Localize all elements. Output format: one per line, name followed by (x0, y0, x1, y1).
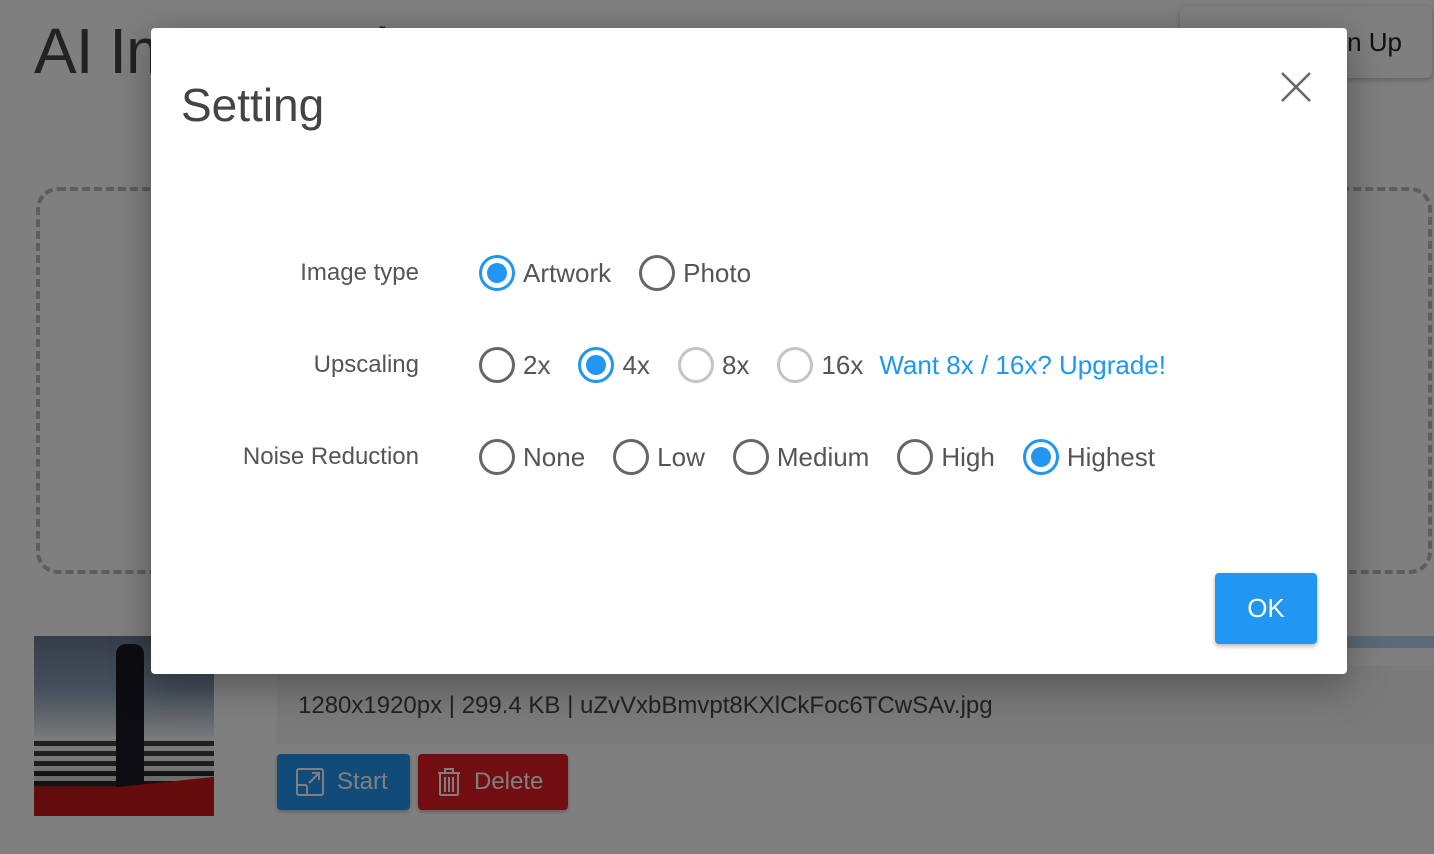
radio-option-low[interactable]: Low (613, 439, 705, 475)
radio-button[interactable] (578, 347, 615, 383)
radio-button[interactable] (479, 347, 515, 383)
radio-button[interactable] (479, 439, 515, 475)
radio-label: High (941, 441, 995, 472)
radio-option-4x[interactable]: 4x (578, 347, 650, 383)
noise-reduction-label: Noise Reduction (242, 443, 419, 470)
radio-option-none[interactable]: None (479, 439, 585, 475)
radio-option-artwork[interactable]: Artwork (479, 255, 611, 291)
radio-button[interactable] (897, 439, 934, 475)
radio-button[interactable] (732, 439, 769, 475)
radio-option-2x[interactable]: 2x (479, 347, 550, 383)
radio-button[interactable] (1022, 439, 1059, 475)
close-button[interactable] (1279, 70, 1313, 104)
image-type-row: Image type Artwork Photo (151, 253, 1347, 293)
upscaling-options: 2x 4x 8x 16x Want 8x / 16x? Upgrade! (479, 347, 1166, 383)
noise-reduction-options: None Low Medium High Highest (479, 439, 1183, 475)
upscaling-label: Upscaling (313, 351, 419, 378)
radio-option-8x[interactable]: 8x (677, 347, 750, 383)
radio-label: Highest (1066, 441, 1155, 472)
radio-label: Low (657, 441, 705, 472)
radio-label: 16x (821, 349, 864, 380)
radio-label: None (523, 441, 586, 472)
radio-option-medium[interactable]: Medium (732, 439, 870, 475)
radio-label: Medium (776, 441, 870, 472)
radio-button[interactable] (777, 347, 814, 383)
radio-option-highest[interactable]: Highest (1022, 439, 1155, 475)
radio-option-16x[interactable]: 16x (777, 347, 863, 383)
radio-label: 2x (523, 349, 551, 380)
radio-label: Artwork (523, 257, 612, 288)
settings-modal: Setting Image type Artwork Photo Upscali… (151, 28, 1347, 674)
close-icon (1279, 72, 1313, 108)
ok-button[interactable]: OK (1215, 573, 1317, 644)
radio-option-high[interactable]: High (897, 439, 995, 475)
radio-label: 8x (721, 349, 750, 380)
modal-title: Setting (181, 79, 325, 131)
radio-label: Photo (683, 257, 752, 288)
radio-button[interactable] (479, 255, 515, 291)
noise-reduction-row: Noise Reduction None Low Medium High Hig… (151, 437, 1347, 477)
radio-button[interactable] (613, 439, 650, 475)
upscaling-row: Upscaling 2x 4x 8x 16x Want 8x / 16x? Up… (151, 345, 1347, 385)
radio-button[interactable] (677, 347, 714, 383)
image-type-label: Image type (300, 259, 419, 286)
image-type-options: Artwork Photo (479, 255, 779, 291)
radio-option-photo[interactable]: Photo (639, 255, 751, 291)
radio-label: 4x (622, 349, 650, 380)
upgrade-link[interactable]: Want 8x / 16x? Upgrade! (879, 350, 1166, 381)
radio-button[interactable] (639, 255, 676, 291)
